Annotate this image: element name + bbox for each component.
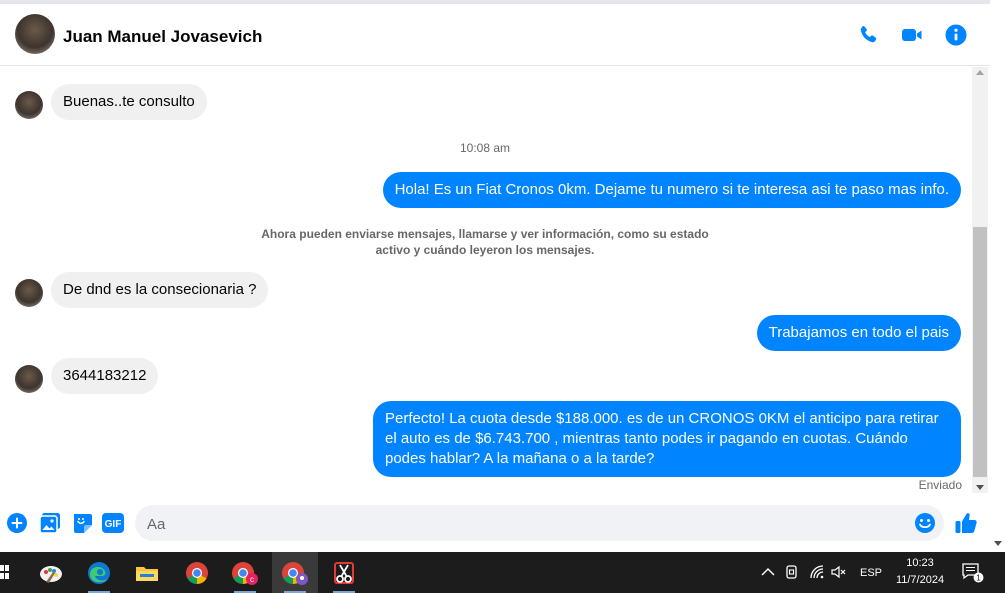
- scroll-up-arrow-icon[interactable]: [976, 70, 984, 75]
- gif-label: GIF: [105, 519, 122, 530]
- system-notice-line: activo y cuándo leyeron los mensajes.: [375, 243, 595, 257]
- sticker-icon[interactable]: [71, 512, 93, 534]
- paint-icon: [40, 565, 62, 583]
- like-icon[interactable]: [954, 511, 978, 535]
- taskbar-app-paint[interactable]: [28, 552, 74, 593]
- page-scroll-down-arrow-icon[interactable]: [994, 541, 1002, 546]
- emoji-icon[interactable]: [914, 512, 936, 534]
- notification-count: 1: [976, 574, 981, 583]
- outgoing-message[interactable]: Trabajamos en todo el pais: [756, 315, 961, 351]
- video-call-icon[interactable]: [900, 23, 924, 47]
- sent-status: Enviado: [918, 478, 962, 492]
- chevron-up-icon[interactable]: [761, 567, 775, 577]
- system-notice-line: Ahora pueden enviarse mensajes, llamarse…: [261, 227, 709, 241]
- taskbar-app-chrome[interactable]: [174, 552, 220, 593]
- phone-icon[interactable]: [856, 23, 880, 47]
- outgoing-message[interactable]: Perfecto! La cuota desde $188.000. es de…: [373, 401, 961, 477]
- message-composer[interactable]: [135, 505, 944, 541]
- windows-taskbar: c ESP 10:23 11/7/2024 1: [0, 552, 1005, 593]
- taskbar-clock[interactable]: 10:23 11/7/2024: [886, 555, 954, 589]
- contact-avatar-small[interactable]: [15, 91, 43, 119]
- scroll-thumb[interactable]: [973, 227, 987, 477]
- notification-center-button[interactable]: 1: [962, 563, 984, 583]
- volume-muted-icon[interactable]: [831, 564, 847, 580]
- contact-avatar[interactable]: [15, 14, 55, 54]
- notification-icon: 1: [962, 563, 984, 583]
- start-icon[interactable]: [0, 564, 10, 580]
- incoming-message[interactable]: De dnd es la consecionaria ?: [51, 272, 269, 308]
- scroll-down-arrow-icon[interactable]: [976, 485, 984, 490]
- incoming-message[interactable]: 3644183212: [51, 358, 159, 394]
- messenger-window: Juan Manuel Jovasevich Buenas..te consul…: [0, 0, 1005, 593]
- edge-icon: [88, 561, 110, 584]
- photo-icon[interactable]: [39, 512, 61, 534]
- wifi-icon[interactable]: [809, 564, 825, 580]
- clock-time: 10:23: [906, 557, 934, 569]
- gif-icon[interactable]: GIF: [102, 513, 124, 533]
- file-explorer-icon: [136, 566, 158, 581]
- contact-name[interactable]: Juan Manuel Jovasevich: [63, 27, 262, 47]
- svg-text:c: c: [250, 575, 254, 584]
- incoming-message[interactable]: Buenas..te consulto: [51, 84, 207, 120]
- message-input[interactable]: [147, 514, 907, 534]
- language-indicator[interactable]: ESP: [860, 552, 882, 593]
- chat-header: Juan Manuel Jovasevich: [0, 0, 990, 66]
- contact-avatar-small[interactable]: [15, 279, 43, 307]
- chrome-profile-c-icon: c: [232, 561, 258, 585]
- outgoing-message[interactable]: Hola! Es un Fiat Cronos 0km. Dejame tu n…: [382, 172, 961, 208]
- taskbar-app-chrome-profile[interactable]: c: [222, 552, 268, 593]
- taskbar-app-edge[interactable]: [76, 552, 122, 593]
- taskbar-app-chrome-active[interactable]: [272, 552, 318, 593]
- chrome-profile-active-icon: [282, 561, 308, 585]
- conversation-scrollbar[interactable]: [972, 67, 988, 493]
- message-timestamp: 10:08 am: [459, 141, 511, 155]
- info-icon[interactable]: [944, 23, 968, 47]
- system-notice: Ahora pueden enviarse mensajes, llamarse…: [260, 226, 710, 258]
- taskbar-app-file-explorer[interactable]: [124, 552, 170, 593]
- snipping-tool-icon: [334, 561, 354, 584]
- meet-now-icon[interactable]: [785, 564, 799, 580]
- plus-icon[interactable]: [6, 512, 28, 534]
- chrome-icon: [186, 561, 208, 584]
- taskbar-app-snipping-tool[interactable]: [321, 552, 367, 593]
- contact-avatar-small[interactable]: [15, 365, 43, 393]
- clock-date: 11/7/2024: [895, 574, 945, 586]
